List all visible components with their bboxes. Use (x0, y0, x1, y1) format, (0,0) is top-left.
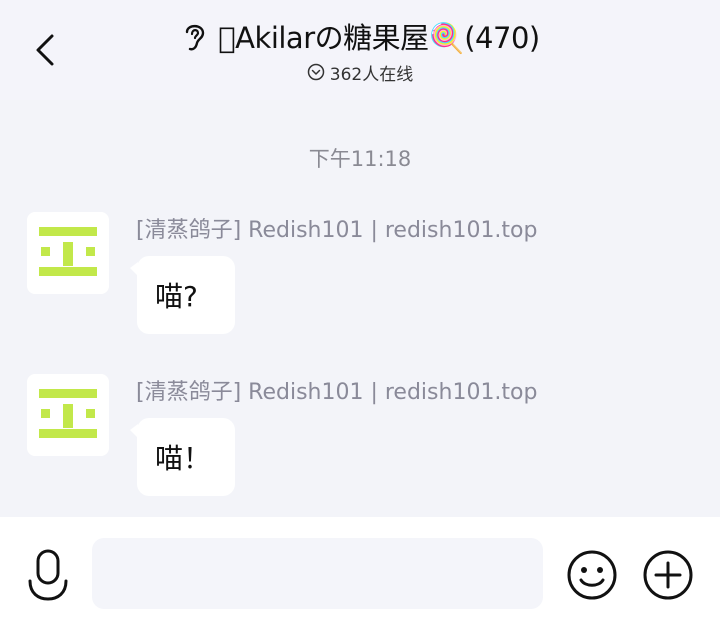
title-row[interactable]:  Akilarの糖果屋🍭(470) (0, 14, 720, 58)
voice-button[interactable] (26, 547, 70, 603)
avatar[interactable] (27, 212, 109, 294)
online-count[interactable]: 362人在线 (0, 60, 720, 85)
message-bubble[interactable]: 喵? (130, 256, 235, 334)
chat-screen:  Akilarの糖果屋🍭(470) 362人在线 下午11:18 [ (0, 0, 720, 629)
plus-circle-icon (643, 550, 693, 600)
sender-name: [清蒸鸽子] Redish101 | redish101.top (136, 218, 538, 243)
message-bubble[interactable]: 喵！ (130, 418, 235, 496)
pixel-face-avatar (39, 227, 97, 276)
emoji-button[interactable] (566, 549, 618, 601)
group-title:  Akilarの糖果屋🍭(470) (218, 21, 540, 55)
message-input[interactable] (92, 538, 543, 609)
microphone-icon (28, 549, 68, 601)
chevron-down-circle-icon (307, 63, 325, 81)
sender-name: [清蒸鸽子] Redish101 | redish101.top (136, 380, 538, 405)
input-bar (0, 517, 720, 629)
chat-header:  Akilarの糖果屋🍭(470) 362人在线 (0, 0, 720, 100)
pixel-face-avatar (39, 389, 97, 438)
avatar[interactable] (27, 374, 109, 456)
online-count-label: 362人在线 (329, 64, 414, 85)
smiley-face-icon (567, 550, 617, 600)
message-timestamp: 下午11:18 (308, 147, 412, 171)
ear-icon (180, 19, 210, 53)
more-button[interactable] (642, 549, 694, 601)
